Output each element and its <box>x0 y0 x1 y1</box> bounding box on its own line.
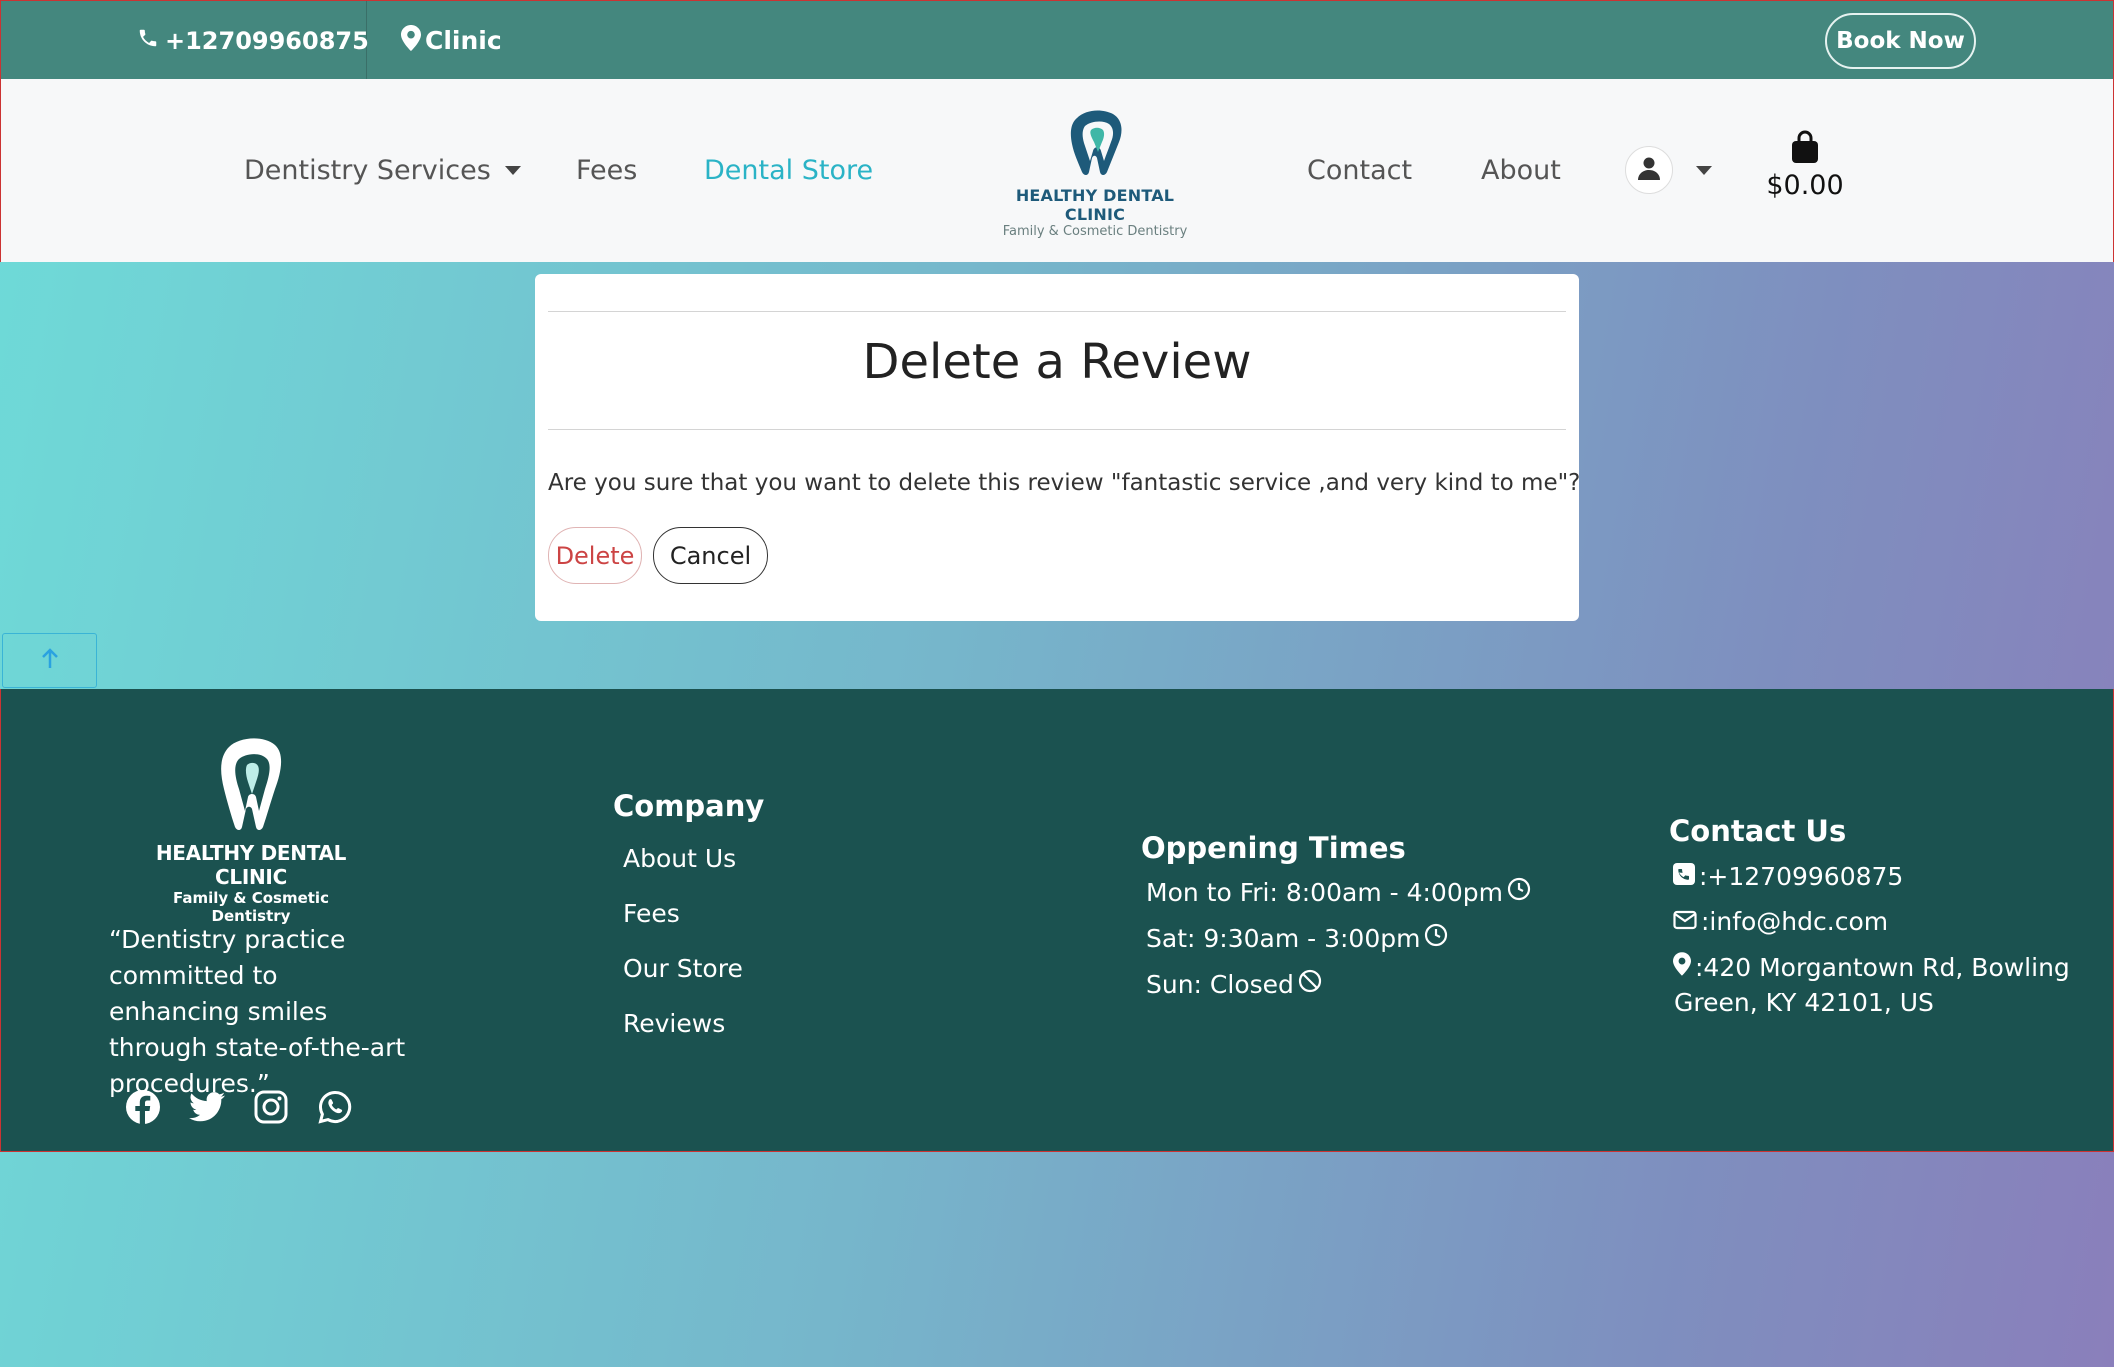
footer-company-heading: Company <box>613 789 765 823</box>
delete-review-card: Delete a Review Are you sure that you wa… <box>535 274 1581 621</box>
facebook-icon[interactable] <box>123 1087 163 1127</box>
chevron-down-icon[interactable] <box>1696 166 1712 175</box>
twitter-icon[interactable] <box>187 1087 227 1127</box>
footer-contact-address: :420 Morgantown Rd, Bowling <box>1673 952 2070 982</box>
footer-link-reviews[interactable]: Reviews <box>623 1009 725 1038</box>
clock-icon <box>1424 923 1448 953</box>
divider <box>548 429 1566 430</box>
site-footer: HEALTHY DENTAL CLINIC Family & Cosmetic … <box>0 689 2114 1152</box>
nav-about[interactable]: About <box>1481 79 1561 262</box>
instagram-icon[interactable] <box>251 1087 291 1127</box>
tooth-logo-icon <box>1055 110 1135 184</box>
user-menu-button[interactable] <box>1625 146 1673 194</box>
book-now-button[interactable]: Book Now <box>1825 13 1976 69</box>
user-icon <box>1638 156 1660 184</box>
phone-square-icon <box>1673 862 1695 891</box>
map-pin-icon <box>1673 952 1691 982</box>
footer-logo: HEALTHY DENTAL CLINIC Family & Cosmetic … <box>131 729 371 925</box>
footer-contact-phone-text: :+12709960875 <box>1699 862 1904 891</box>
footer-link-store[interactable]: Our Store <box>623 954 743 983</box>
footer-contact-heading: Contact Us <box>1669 814 1847 848</box>
footer-hours-heading: Oppening Times <box>1141 831 1406 865</box>
footer-contact-address-line2: Green, KY 42101, US <box>1674 988 1934 1017</box>
brand-name: HEALTHY DENTAL CLINIC <box>1015 186 1175 224</box>
whatsapp-icon[interactable] <box>315 1087 355 1127</box>
nav-dental-store[interactable]: Dental Store <box>704 79 873 262</box>
clock-icon <box>1507 877 1531 907</box>
nav-dentistry-services-label: Dentistry Services <box>244 155 491 186</box>
cart-button[interactable]: $0.00 <box>1760 130 1850 201</box>
brand-logo[interactable]: HEALTHY DENTAL CLINIC Family & Cosmetic … <box>985 100 1205 239</box>
footer-link-fees[interactable]: Fees <box>623 899 680 928</box>
tooth-logo-icon <box>211 738 291 837</box>
hours-sunday: Sun: Closed <box>1146 969 1322 999</box>
hours-sunday-text: Sun: Closed <box>1146 969 1294 999</box>
social-links <box>123 1087 355 1127</box>
footer-contact-email-text: :info@hdc.com <box>1701 907 1889 936</box>
cart-total: $0.00 <box>1766 170 1844 201</box>
topbar-clinic-link[interactable]: Clinic <box>401 1 502 80</box>
topbar-clinic-text: Clinic <box>425 26 502 55</box>
nav-contact[interactable]: Contact <box>1307 79 1412 262</box>
chevron-down-icon <box>504 166 521 175</box>
map-pin-icon <box>401 24 421 57</box>
phone-icon <box>137 27 159 55</box>
topbar-phone-text: +12709960875 <box>165 26 369 55</box>
back-to-top-button[interactable] <box>2 633 97 688</box>
hours-weekdays: Mon to Fri: 8:00am - 4:00pm <box>1146 877 1531 907</box>
footer-link-about[interactable]: About Us <box>623 844 736 873</box>
confirm-message: Are you sure that you want to delete thi… <box>548 470 1581 496</box>
brand-tagline: Family & Cosmetic Dentistry <box>1002 224 1188 239</box>
hours-saturday: Sat: 9:30am - 3:00pm <box>1146 923 1448 953</box>
top-bar: +12709960875 Clinic Book Now <box>0 0 2114 80</box>
delete-button[interactable]: Delete <box>548 527 642 584</box>
divider <box>548 311 1566 312</box>
footer-contact-address-line1: :420 Morgantown Rd, Bowling <box>1695 952 2070 982</box>
footer-brand-name: HEALTHY DENTAL CLINIC <box>155 841 347 889</box>
footer-brand-tagline: Family & Cosmetic Dentistry <box>173 889 329 925</box>
ban-icon <box>1298 969 1322 999</box>
footer-contact-phone[interactable]: :+12709960875 <box>1673 862 1903 891</box>
topbar-phone[interactable]: +12709960875 <box>137 1 369 80</box>
page-title: Delete a Review <box>862 334 1252 390</box>
hours-weekdays-text: Mon to Fri: 8:00am - 4:00pm <box>1146 877 1503 907</box>
shopping-bag-icon <box>1789 130 1821 168</box>
nav-fees[interactable]: Fees <box>576 79 637 262</box>
footer-quote: “Dentistry practice committed to enhanci… <box>109 925 406 1098</box>
footer-contact-email[interactable]: :info@hdc.com <box>1673 907 1888 936</box>
cancel-button[interactable]: Cancel <box>653 527 768 584</box>
nav-dentistry-services[interactable]: Dentistry Services <box>244 79 521 262</box>
arrow-up-icon <box>41 647 59 675</box>
envelope-icon <box>1673 907 1697 936</box>
hours-saturday-text: Sat: 9:30am - 3:00pm <box>1146 923 1421 953</box>
